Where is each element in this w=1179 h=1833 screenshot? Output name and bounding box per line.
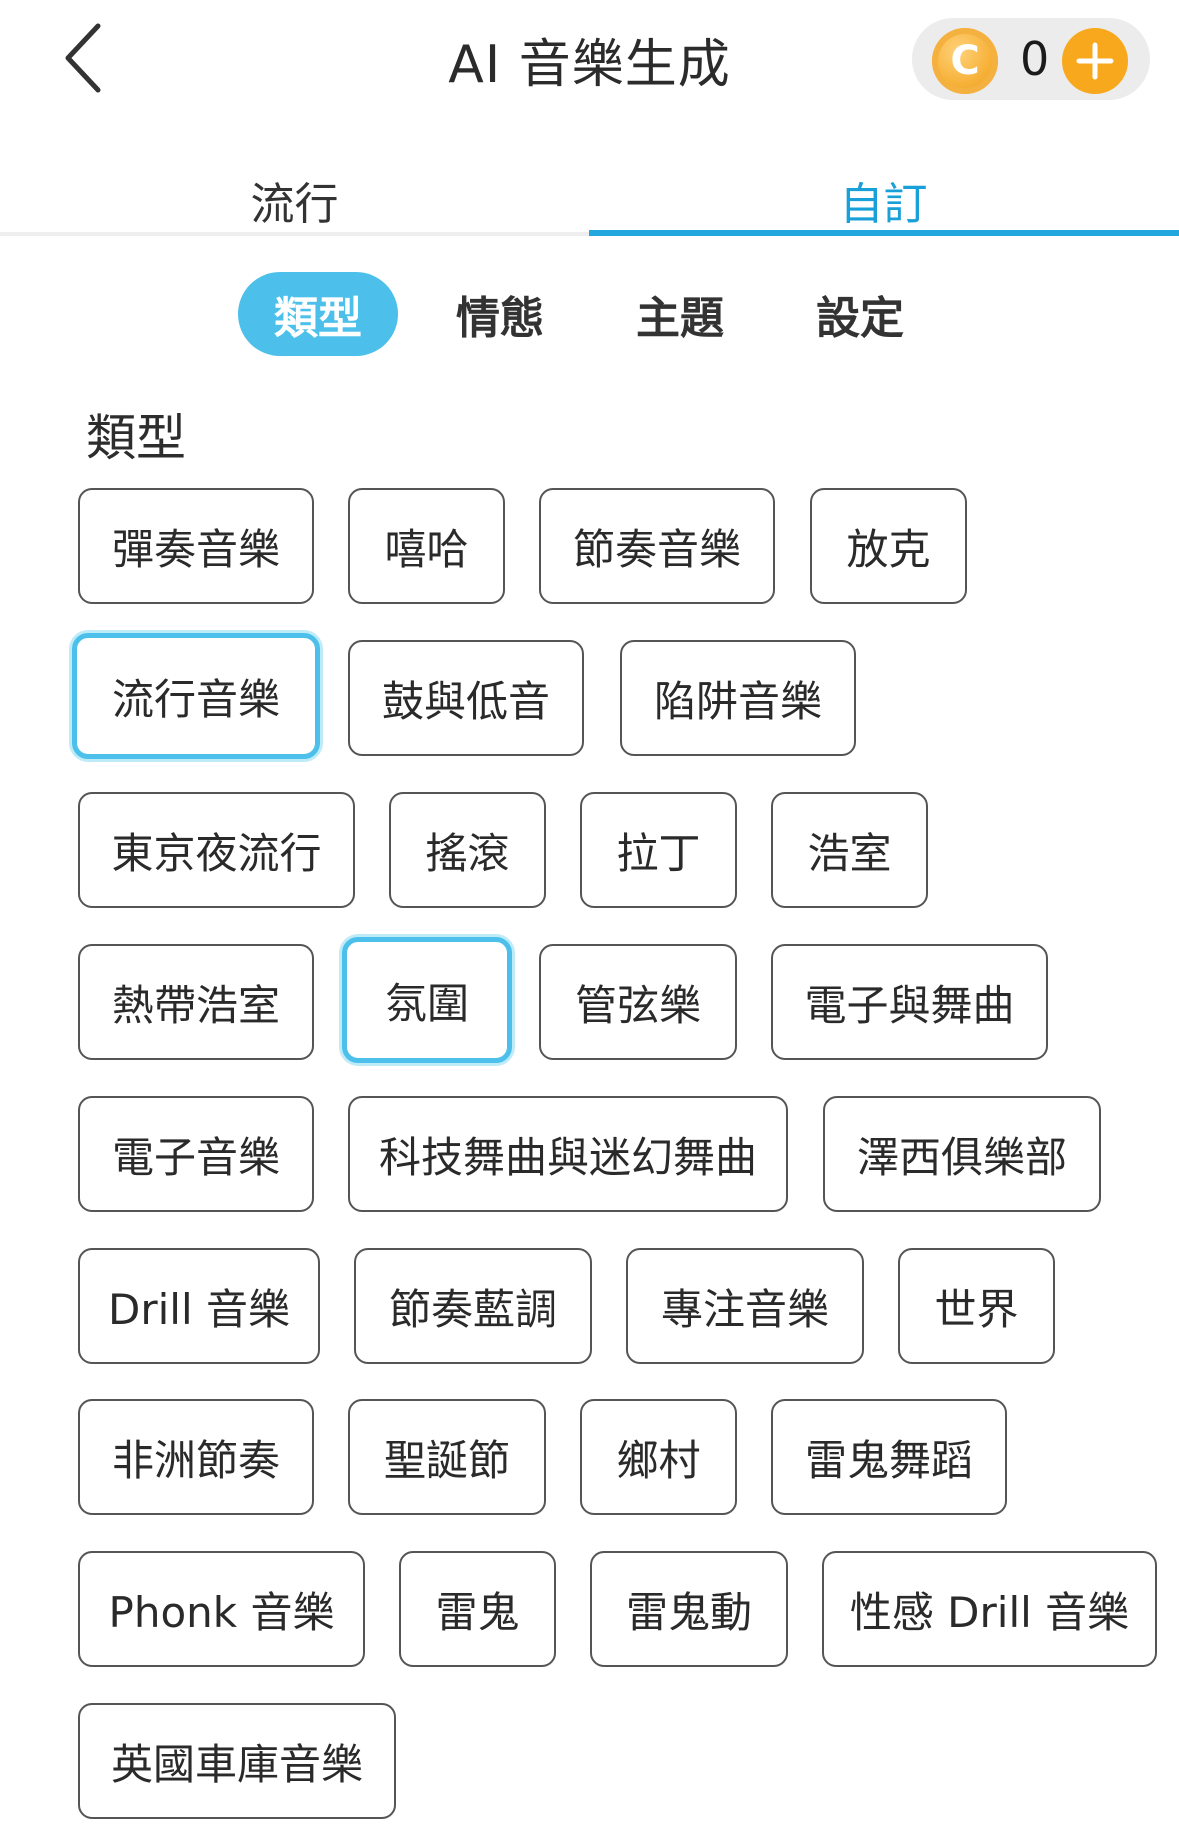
main-tabs: 流行 自訂 — [0, 150, 1179, 240]
genre-chip[interactable]: 嘻哈 — [348, 488, 505, 604]
genre-chip[interactable]: 浩室 — [771, 792, 928, 908]
genre-chip[interactable]: 澤西俱樂部 — [823, 1096, 1101, 1212]
genre-chip[interactable]: 科技舞曲與迷幻舞曲 — [348, 1096, 788, 1212]
genre-chip-selected[interactable]: 氛圍 — [342, 937, 512, 1063]
subtab-settings[interactable]: 設定 — [780, 272, 940, 356]
tab-custom[interactable]: 自訂 — [589, 168, 1178, 232]
genre-chip[interactable]: 管弦樂 — [539, 944, 737, 1060]
genre-chip[interactable]: 性感 Drill 音樂 — [822, 1551, 1157, 1667]
genre-chip[interactable]: 非洲節奏 — [78, 1399, 314, 1515]
genre-chip[interactable]: 搖滾 — [389, 792, 546, 908]
genre-chip[interactable]: 彈奏音樂 — [78, 488, 314, 604]
genre-chip[interactable]: 陷阱音樂 — [620, 640, 856, 756]
genre-chip[interactable]: 鼓與低音 — [348, 640, 584, 756]
top-bar: AI 音樂生成 C 0 — [0, 0, 1179, 120]
genre-chip[interactable]: 世界 — [898, 1248, 1055, 1364]
genre-chip[interactable]: 專注音樂 — [626, 1248, 864, 1364]
section-title: 類型 — [86, 409, 186, 467]
genre-chip[interactable]: 熱帶浩室 — [78, 944, 314, 1060]
subtab-theme[interactable]: 主題 — [600, 272, 760, 356]
genre-chip[interactable]: 東京夜流行 — [78, 792, 355, 908]
add-coins-button[interactable] — [1062, 28, 1128, 94]
genre-chip-selected[interactable]: 流行音樂 — [72, 633, 320, 759]
genre-chip[interactable]: 鄉村 — [580, 1399, 737, 1515]
genre-chip[interactable]: Drill 音樂 — [78, 1248, 320, 1364]
subtab-mood[interactable]: 情態 — [420, 272, 580, 356]
coin-icon: C — [932, 28, 998, 94]
genre-chip[interactable]: 英國車庫音樂 — [78, 1703, 396, 1819]
genre-chip[interactable]: 節奏音樂 — [539, 488, 775, 604]
genre-chip[interactable]: 電子音樂 — [78, 1096, 314, 1212]
sub-tabs: 類型 情態 主題 設定 — [0, 272, 1179, 358]
genre-chip[interactable]: 放克 — [810, 488, 967, 604]
active-tab-indicator — [589, 230, 1179, 236]
tab-popular[interactable]: 流行 — [0, 168, 589, 232]
subtab-genre[interactable]: 類型 — [238, 272, 398, 356]
plus-icon — [1076, 42, 1114, 80]
coin-count: 0 — [1020, 32, 1050, 86]
genre-chip[interactable]: 雷鬼舞蹈 — [771, 1399, 1007, 1515]
genre-chip[interactable]: 聖誕節 — [348, 1399, 546, 1515]
coin-balance: C 0 — [912, 18, 1150, 100]
genre-chip[interactable]: 雷鬼動 — [590, 1551, 788, 1667]
tab-divider — [0, 232, 589, 236]
genre-chip[interactable]: 電子與舞曲 — [771, 944, 1048, 1060]
genre-chip[interactable]: 拉丁 — [580, 792, 737, 908]
genre-chip[interactable]: Phonk 音樂 — [78, 1551, 365, 1667]
genre-chip[interactable]: 節奏藍調 — [354, 1248, 592, 1364]
genre-chip[interactable]: 雷鬼 — [399, 1551, 556, 1667]
